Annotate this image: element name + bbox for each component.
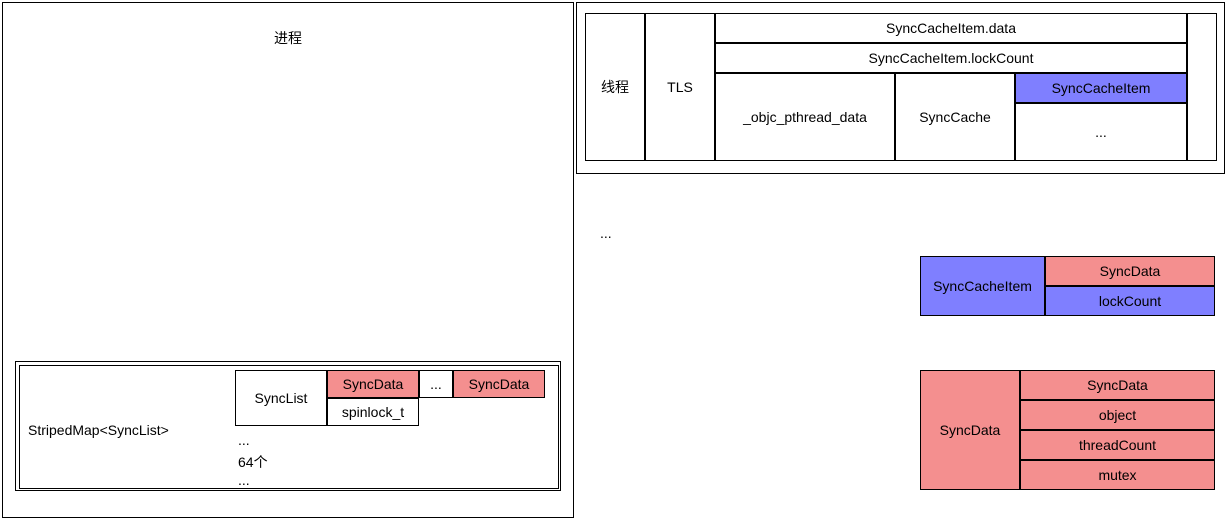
synccacheitem-ellipsis-label: ... bbox=[1095, 124, 1107, 140]
process-title: 进程 bbox=[3, 28, 573, 48]
ellipsis-1: ... bbox=[238, 432, 250, 448]
process-panel: 进程 StripedMap<SyncList> SyncList SyncDat… bbox=[2, 2, 574, 518]
legend-syncdata-field-2-label: threadCount bbox=[1079, 437, 1156, 453]
syncdata-1: SyncData bbox=[327, 370, 419, 398]
synccacheitem-blue-label: SyncCacheItem bbox=[1052, 80, 1151, 96]
legend-synccacheitem-title: SyncCacheItem bbox=[920, 256, 1045, 316]
legend-syncdata-field-0: SyncData bbox=[1020, 370, 1215, 400]
legend-syncdata-field-0-label: SyncData bbox=[1087, 377, 1148, 393]
stripedmap-outer: StripedMap<SyncList> SyncList SyncData .… bbox=[15, 361, 561, 491]
synclist-box: SyncList bbox=[235, 370, 327, 426]
legend-syncdata-title: SyncData bbox=[920, 370, 1020, 490]
legend-synccacheitem-field-0-label: SyncData bbox=[1100, 263, 1161, 279]
legend-syncdata-title-label: SyncData bbox=[940, 422, 1001, 438]
stripedmap-label: StripedMap<SyncList> bbox=[28, 422, 169, 438]
tls-label: TLS bbox=[667, 79, 693, 95]
legend-synccacheitem-title-label: SyncCacheItem bbox=[933, 278, 1032, 294]
synccacheitem-ellipsis: ... bbox=[1015, 103, 1187, 161]
synccacheitem-lockcount-label: SyncCacheItem.lockCount bbox=[869, 50, 1034, 66]
thread-panel: 线程 TLS SyncCacheItem.data SyncCacheItem.… bbox=[576, 2, 1225, 174]
thread-right-empty bbox=[1187, 13, 1217, 161]
legend-syncdata-field-2: threadCount bbox=[1020, 430, 1215, 460]
syncdata-2-label: SyncData bbox=[469, 376, 530, 392]
middle-ellipsis: ... bbox=[600, 225, 612, 241]
synccache-label: SyncCache bbox=[919, 109, 991, 125]
legend-syncdata-field-3-label: mutex bbox=[1098, 467, 1136, 483]
syncdata-ellipsis: ... bbox=[419, 370, 453, 398]
synccacheitem-data-label: SyncCacheItem.data bbox=[886, 20, 1016, 36]
syncdata-1-label: SyncData bbox=[343, 376, 404, 392]
legend-synccacheitem-field-1-label: lockCount bbox=[1099, 293, 1161, 309]
thread-box: 线程 bbox=[585, 13, 645, 161]
synclist-label: SyncList bbox=[255, 390, 308, 406]
ellipsis-2: ... bbox=[238, 472, 250, 488]
objc-pthread-data: _objc_pthread_data bbox=[715, 73, 895, 161]
legend-syncdata-field-1: object bbox=[1020, 400, 1215, 430]
stripedmap-inner: StripedMap<SyncList> SyncList SyncData .… bbox=[19, 365, 559, 489]
syncdata-ellipsis-label: ... bbox=[430, 376, 442, 392]
synccacheitem-data: SyncCacheItem.data bbox=[715, 13, 1187, 43]
legend-syncdata-field-1-label: object bbox=[1099, 407, 1136, 423]
syncdata-2: SyncData bbox=[453, 370, 545, 398]
count-label: 64个 bbox=[238, 452, 268, 472]
legend-synccacheitem-field-0: SyncData bbox=[1045, 256, 1215, 286]
legend-synccacheitem-field-1: lockCount bbox=[1045, 286, 1215, 316]
tls-box: TLS bbox=[645, 13, 715, 161]
spinlock-box: spinlock_t bbox=[327, 398, 419, 426]
synccache-box: SyncCache bbox=[895, 73, 1015, 161]
legend-syncdata-field-3: mutex bbox=[1020, 460, 1215, 490]
thread-label: 线程 bbox=[601, 77, 629, 97]
spinlock-label: spinlock_t bbox=[342, 404, 404, 420]
objc-pthread-data-label: _objc_pthread_data bbox=[743, 109, 867, 125]
synccacheitem-blue: SyncCacheItem bbox=[1015, 73, 1187, 103]
synccacheitem-lockcount: SyncCacheItem.lockCount bbox=[715, 43, 1187, 73]
